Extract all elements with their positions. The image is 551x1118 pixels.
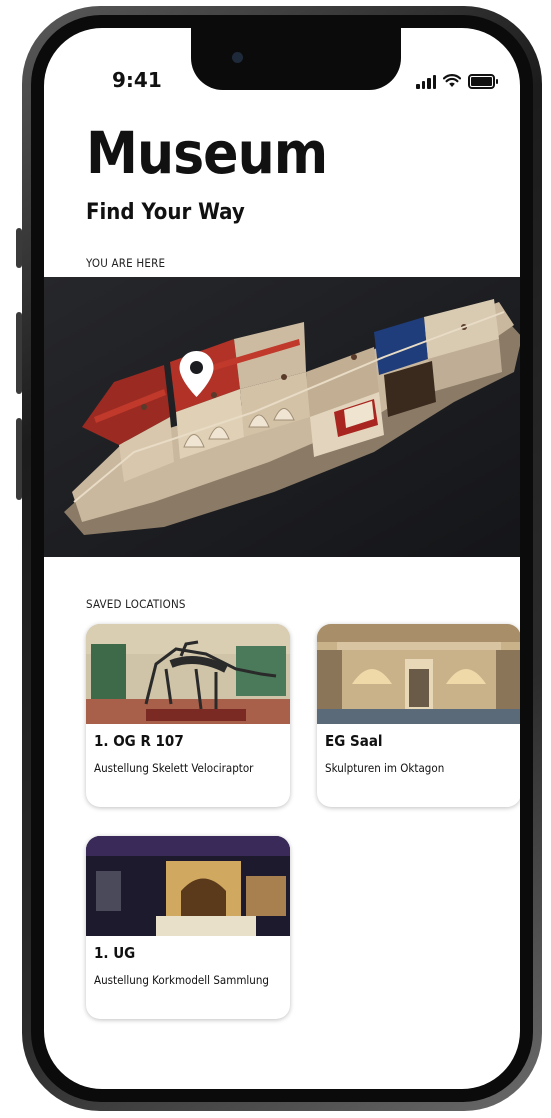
octagon-hall-image [317, 624, 520, 724]
saved-location-card[interactable]: EG Saal Skulpturen im Oktagon [317, 624, 520, 807]
museum-3d-map[interactable] [44, 277, 520, 557]
battery-icon [468, 73, 498, 89]
location-pin-icon[interactable] [178, 350, 215, 398]
card-title: 1. UG [94, 944, 136, 962]
skeleton-exhibit-image [86, 624, 290, 724]
card-title: 1. OG R 107 [94, 732, 184, 750]
card-title: EG Saal [325, 732, 383, 750]
saved-location-card[interactable]: 1. OG R 107 Austellung Skelett Velocirap… [86, 624, 290, 807]
museum-floorplan-model [44, 277, 520, 557]
front-camera [232, 52, 243, 63]
wifi-icon [443, 74, 461, 87]
notch [191, 28, 401, 90]
card-description: Skulpturen im Oktagon [325, 761, 445, 775]
cellular-signal-icon [416, 73, 436, 89]
status-icons [416, 71, 498, 91]
current-location-label: YOU ARE HERE [86, 256, 166, 270]
cork-model-image [86, 836, 290, 936]
saved-location-card[interactable]: 1. UG Austellung Korkmodell Sammlung [86, 836, 290, 1019]
page-subtitle: Find Your Way [86, 200, 245, 225]
saved-locations-label: SAVED LOCATIONS [86, 597, 186, 611]
app-screen: 9:41 Museum Find Your Way YOU ARE HERE S… [44, 28, 520, 1089]
card-description: Austellung Korkmodell Sammlung [94, 973, 269, 987]
status-time: 9:41 [112, 68, 162, 92]
card-description: Austellung Skelett Velociraptor [94, 761, 254, 775]
phone-bezel: 9:41 Museum Find Your Way YOU ARE HERE S… [31, 15, 533, 1102]
phone-frame: 9:41 Museum Find Your Way YOU ARE HERE S… [22, 6, 542, 1111]
page-title: Museum [86, 119, 328, 187]
